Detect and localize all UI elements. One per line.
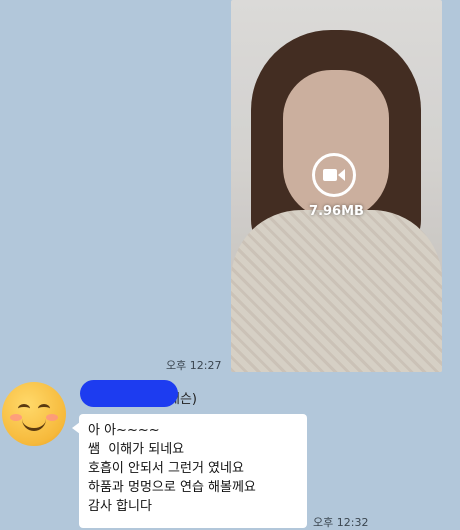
message-line: 쌤 이해가 되네요 bbox=[88, 442, 185, 457]
message-line: 호흡이 안되서 그런거 였네요 bbox=[88, 461, 244, 476]
incoming-message-time: 오후 12:32 bbox=[313, 516, 369, 529]
incoming-message-bubble[interactable]: 아 아~~~~ 쌤 이해가 되네요 호흡이 안되서 그런거 였네요 하품과 멍멍… bbox=[72, 414, 307, 528]
sender-avatar[interactable] bbox=[2, 382, 66, 446]
video-file-size: 7.96MB bbox=[309, 204, 364, 219]
message-line: 감사 합니다 bbox=[88, 499, 152, 514]
video-play-button[interactable] bbox=[312, 153, 356, 197]
avatar-left-eye bbox=[18, 404, 30, 413]
video-message-thumbnail[interactable]: 7.96MB bbox=[231, 0, 442, 372]
message-line: 하품과 멍멍으로 연습 해볼께요 bbox=[88, 480, 256, 495]
avatar-right-eye bbox=[38, 404, 50, 413]
video-camera-icon bbox=[323, 169, 345, 181]
avatar-right-blush bbox=[46, 414, 58, 421]
video-message-time: 오후 12:27 bbox=[166, 359, 222, 372]
avatar-mouth bbox=[22, 416, 46, 431]
avatar-left-blush bbox=[10, 414, 22, 421]
sender-name-redaction bbox=[80, 380, 178, 407]
message-line: 아 아~~~~ bbox=[88, 423, 160, 438]
